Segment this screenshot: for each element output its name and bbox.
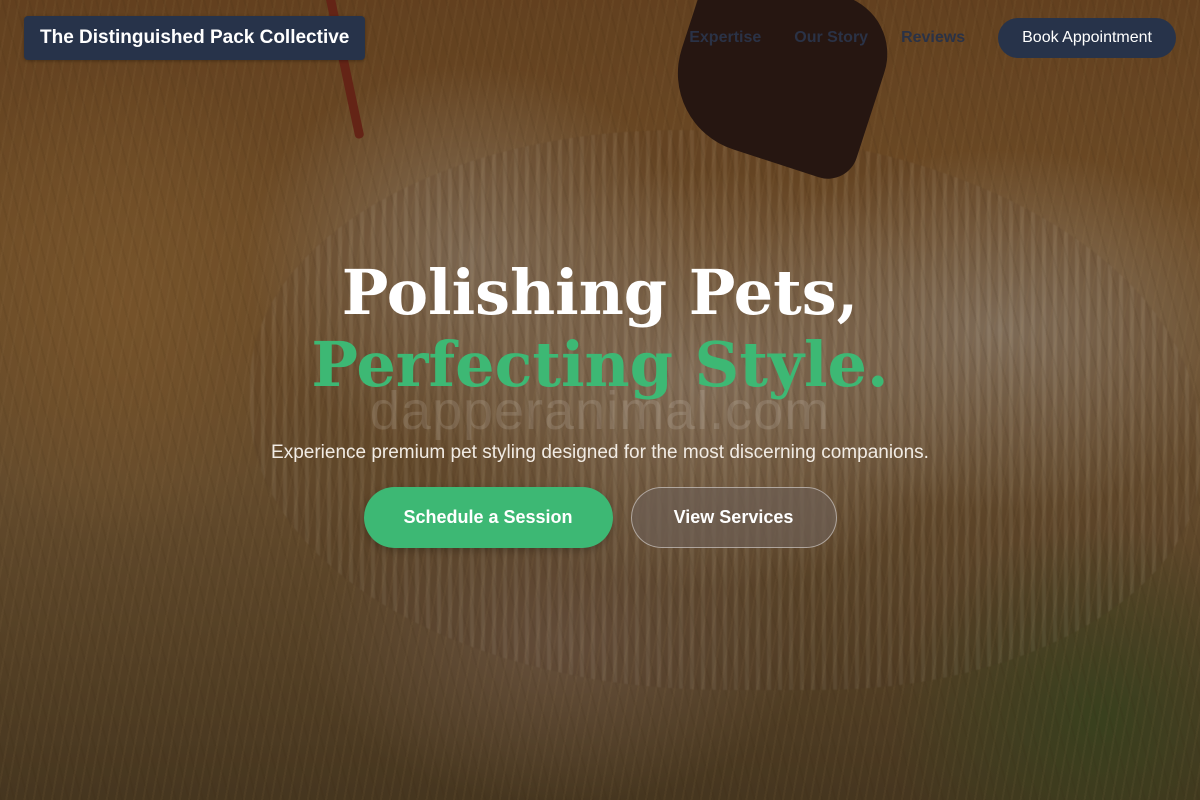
hero-section: The Distinguished Pack Collective Expert…	[0, 0, 1200, 800]
main-nav: Expertise Our Story Reviews Book Appoint…	[689, 18, 1176, 58]
schedule-session-button[interactable]: Schedule a Session	[363, 487, 613, 548]
brand-logo[interactable]: The Distinguished Pack Collective	[24, 16, 366, 60]
hero-headline-line1: Polishing Pets,	[341, 256, 859, 329]
nav-link-our-story[interactable]: Our Story	[794, 29, 868, 47]
view-services-button[interactable]: View Services	[630, 487, 837, 548]
hero-subtitle: Experience premium pet styling designed …	[271, 442, 929, 463]
nav-link-reviews[interactable]: Reviews	[901, 29, 965, 47]
book-appointment-button[interactable]: Book Appointment	[998, 18, 1176, 58]
watermark: dapperanimal.com	[369, 381, 831, 441]
hero-cta-row: Schedule a Session View Services	[0, 487, 1200, 548]
nav-link-expertise[interactable]: Expertise	[689, 29, 761, 47]
